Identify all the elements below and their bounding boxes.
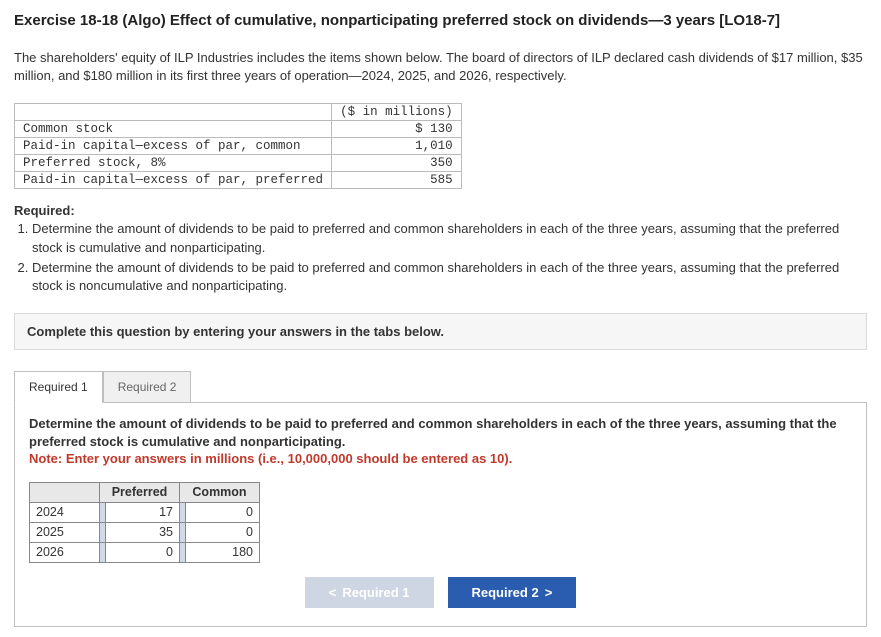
tab-required-2[interactable]: Required 2 (103, 371, 192, 403)
preferred-input[interactable]: 17 (100, 502, 180, 522)
preferred-input[interactable]: 0 (100, 542, 180, 562)
equity-row-value: 1,010 (332, 138, 462, 155)
equity-row-label: Preferred stock, 8% (15, 155, 332, 172)
tab-instruction: Determine the amount of dividends to be … (29, 415, 852, 450)
nav-buttons: < Required 1 Required 2 > (29, 577, 852, 608)
table-row: 2026 0 180 (30, 542, 260, 562)
tab-required-1[interactable]: Required 1 (14, 371, 103, 403)
equity-row-label: Common stock (15, 121, 332, 138)
year-cell: 2026 (30, 542, 100, 562)
equity-row-value: $ 130 (332, 121, 462, 138)
table-row: 2025 35 0 (30, 522, 260, 542)
prev-button[interactable]: < Required 1 (305, 577, 434, 608)
intro-text: The shareholders' equity of ILP Industri… (14, 49, 867, 85)
year-cell: 2025 (30, 522, 100, 542)
tab-note: Note: Enter your answers in millions (i.… (29, 450, 852, 468)
required-label: Required: (14, 203, 867, 218)
required-item-1: Determine the amount of dividends to be … (32, 220, 867, 256)
next-button[interactable]: Required 2 > (448, 577, 577, 608)
common-input[interactable]: 0 (180, 522, 260, 542)
required-list: Determine the amount of dividends to be … (14, 220, 867, 295)
common-input[interactable]: 180 (180, 542, 260, 562)
equity-row-value: 350 (332, 155, 462, 172)
table-row: 2024 17 0 (30, 502, 260, 522)
next-label: Required 2 (472, 585, 539, 600)
chevron-left-icon: < (329, 585, 337, 600)
common-header: Common (180, 482, 260, 502)
required-item-2: Determine the amount of dividends to be … (32, 259, 867, 295)
preferred-input[interactable]: 35 (100, 522, 180, 542)
prev-label: Required 1 (342, 585, 409, 600)
tabs: Required 1 Required 2 (14, 370, 867, 402)
chevron-right-icon: > (545, 585, 553, 600)
equity-row-label: Paid-in capital—excess of par, preferred (15, 172, 332, 189)
instruction-text: Complete this question by entering your … (27, 324, 854, 339)
equity-row-label: Paid-in capital—excess of par, common (15, 138, 332, 155)
equity-blank-header (15, 104, 332, 121)
equity-header: ($ in millions) (332, 104, 462, 121)
answer-blank-header (30, 482, 100, 502)
preferred-header: Preferred (100, 482, 180, 502)
equity-row-value: 585 (332, 172, 462, 189)
exercise-title: Exercise 18-18 (Algo) Effect of cumulati… (14, 10, 867, 31)
equity-table: ($ in millions) Common stock $ 130 Paid-… (14, 103, 462, 189)
instruction-box: Complete this question by entering your … (14, 313, 867, 350)
year-cell: 2024 (30, 502, 100, 522)
tab-panel: Determine the amount of dividends to be … (14, 402, 867, 627)
common-input[interactable]: 0 (180, 502, 260, 522)
answer-table: Preferred Common 2024 17 0 2025 35 0 202… (29, 482, 260, 563)
